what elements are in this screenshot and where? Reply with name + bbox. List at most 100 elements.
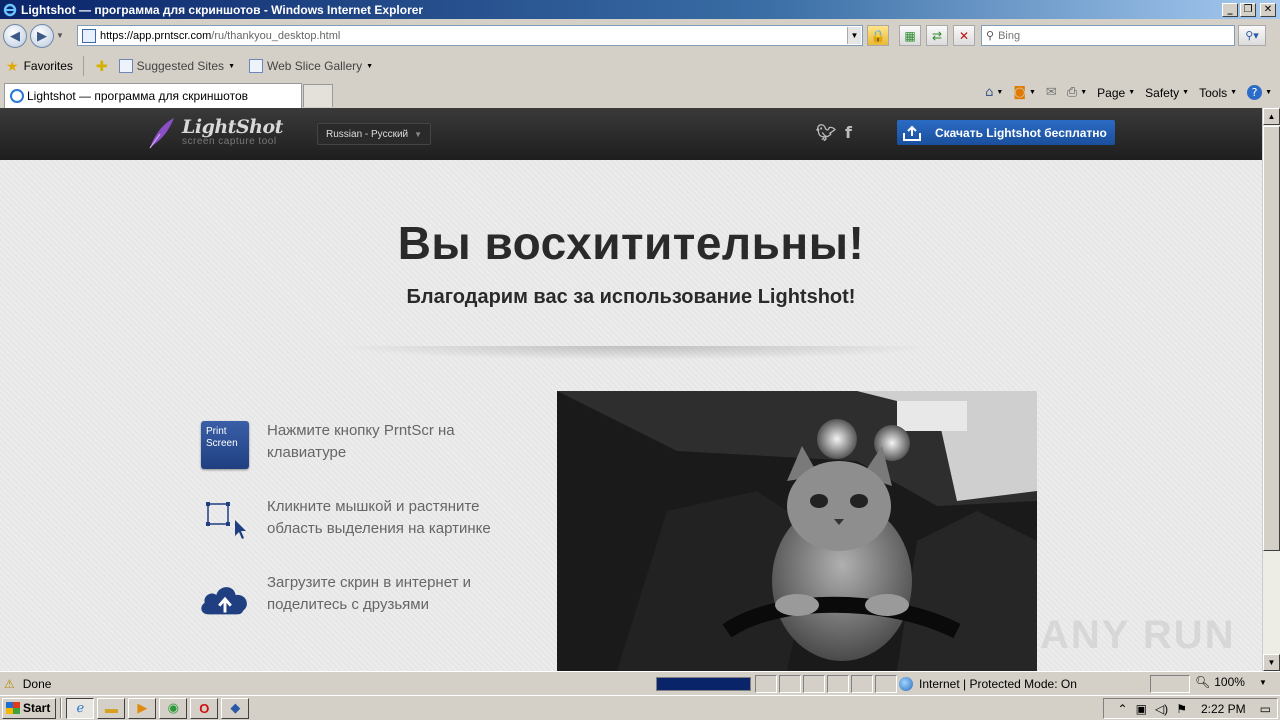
app-taskbar-button[interactable]: ◆ <box>221 697 250 719</box>
search-icon: ⚲ <box>986 30 995 42</box>
forward-button[interactable]: ▶ <box>30 23 54 48</box>
suggested-sites-link[interactable]: Suggested Sites ▼ <box>118 59 235 73</box>
progress-fill <box>657 678 750 690</box>
refresh-icon[interactable]: ⇄ <box>926 25 948 46</box>
anyrun-watermark: ANY RUN <box>1040 613 1236 657</box>
print-screen-key-icon: Print Screen <box>197 420 253 470</box>
help-menu[interactable]: ? ▼ <box>1247 85 1272 100</box>
web-slice-gallery-link[interactable]: Web Slice Gallery ▼ <box>249 59 373 73</box>
status-cell <box>803 675 825 693</box>
status-bar: ⚠ Done Internet | Protected Mode: On 🔍︎ … <box>0 671 1280 695</box>
safety-menu-label: Safety <box>1145 85 1180 100</box>
search-input[interactable] <box>998 29 1234 42</box>
close-window-button[interactable]: ✕ <box>1260 2 1276 17</box>
suggested-sites-icon <box>118 59 133 73</box>
download-button[interactable]: Скачать Lightshot бесплатно <box>897 120 1115 145</box>
taskbar-divider <box>60 698 63 718</box>
step-text: Кликните мышкой и растяните область выде… <box>267 498 491 537</box>
zone-text: Internet | Protected Mode: On <box>919 677 1077 691</box>
navigation-bar: ◀ ▶ ▼ https://app.prntscr.com/ru/thankyo… <box>0 19 1280 52</box>
protected-mode-icon[interactable] <box>1150 675 1190 693</box>
tab-lightshot[interactable]: Lightshot — программа для скриншотов <box>4 83 302 108</box>
back-button[interactable]: ◀ <box>3 23 27 48</box>
print-button[interactable]: ⎙ ▼ <box>1067 85 1087 100</box>
favorites-bar: ★ Favorites ✚ Suggested Sites ▼ Web Slic… <box>0 52 1280 80</box>
windows-flag-icon <box>6 702 20 714</box>
scroll-up-button[interactable]: ▲ <box>1263 108 1280 125</box>
favorites-divider <box>82 56 84 76</box>
lock-icon[interactable]: 🔒 <box>867 25 889 46</box>
window-title: Lightshot — программа для скриншотов - W… <box>21 2 424 17</box>
opera-taskbar-button[interactable]: O <box>190 697 219 719</box>
zoom-control[interactable]: 🔍︎ 100% ▼ <box>1195 675 1267 689</box>
opera-icon: O <box>199 700 210 716</box>
tab-label: Lightshot — программа для скриншотов <box>27 89 248 103</box>
search-go-button[interactable]: ⚲▾ <box>1238 25 1266 46</box>
safety-menu[interactable]: Safety ▼ <box>1145 86 1189 100</box>
minimize-button[interactable]: _ <box>1222 2 1238 17</box>
step-select-area: Кликните мышкой и растяните область выде… <box>197 496 517 546</box>
url-host: https://app.prntscr.com <box>100 29 212 42</box>
lightshot-logo[interactable]: LightShot screen capture tool <box>146 116 283 150</box>
home-icon: ⌂ <box>985 85 994 100</box>
mail-icon: ✉ <box>1045 85 1057 100</box>
step-upload: Загрузите скрин в интернет и поделитесь … <box>197 572 517 622</box>
add-favorites-icon[interactable]: ✚ <box>96 58 113 75</box>
volume-icon[interactable]: ◁) <box>1155 702 1168 716</box>
maximize-button[interactable]: ❐ <box>1240 2 1256 17</box>
compatibility-view-icon[interactable]: ▦ <box>899 25 921 46</box>
address-url[interactable]: https://app.prntscr.com/ru/thankyou_desk… <box>100 30 847 42</box>
stop-icon[interactable]: ✕ <box>953 25 975 46</box>
zoom-level: 100% <box>1214 675 1245 689</box>
search-box[interactable]: ⚲ <box>981 25 1235 46</box>
clock[interactable]: 2:22 PM <box>1201 702 1246 716</box>
show-desktop-icon[interactable]: ▭ <box>1260 702 1271 716</box>
windows-taskbar: Start ℯ ▬ ▶ ◉ O ◆ ⌃ ▣ ◁) ⚑ 2:22 PM ▭ <box>0 695 1280 720</box>
read-mail-button[interactable]: ✉ <box>1046 85 1057 100</box>
url-path: /ru/thankyou_desktop.html <box>211 29 341 42</box>
scroll-down-button[interactable]: ▼ <box>1263 654 1280 671</box>
ie-taskbar-button[interactable]: ℯ <box>66 697 95 719</box>
favorites-button[interactable]: ★ Favorites <box>6 58 73 75</box>
facebook-icon[interactable]: f <box>845 123 852 142</box>
site-header: LightShot screen capture tool Russian - … <box>0 108 1262 160</box>
status-cell <box>875 675 897 693</box>
tray-expand-icon[interactable]: ⌃ <box>1118 702 1128 716</box>
address-dropdown-button[interactable]: ▼ <box>847 27 861 44</box>
twitter-icon[interactable]: 🐦︎ <box>816 123 836 142</box>
key-label-line1: Print <box>206 426 227 437</box>
warning-icon: ⚠ <box>4 676 15 691</box>
language-selector[interactable]: Russian - Русский ▼ <box>317 123 432 145</box>
action-center-flag-icon[interactable]: ⚑ <box>1176 702 1187 716</box>
tools-menu[interactable]: Tools ▼ <box>1199 86 1237 100</box>
feeds-button[interactable]: ◙ ▼ <box>1013 85 1036 100</box>
recent-pages-dropdown[interactable]: ▼ <box>56 31 66 40</box>
chrome-taskbar-button[interactable]: ◉ <box>159 697 188 719</box>
address-bar[interactable]: https://app.prntscr.com/ru/thankyou_desk… <box>77 25 863 46</box>
step-print-screen: Print Screen Нажмите кнопку PrntScr на кл… <box>197 420 517 470</box>
ie-tab-icon <box>10 89 24 103</box>
security-zone[interactable]: Internet | Protected Mode: On <box>899 675 1077 693</box>
home-button[interactable]: ⌂ ▼ <box>985 85 1003 100</box>
web-slice-icon <box>249 59 263 73</box>
status-cell <box>851 675 873 693</box>
new-tab-button[interactable] <box>303 84 333 107</box>
network-icon[interactable]: ▣ <box>1136 702 1147 716</box>
window-titlebar: Lightshot — программа для скриншотов - W… <box>0 0 1280 19</box>
start-button[interactable]: Start <box>2 697 57 719</box>
media-player-taskbar-button[interactable]: ▶ <box>128 697 157 719</box>
scroll-thumb[interactable] <box>1263 126 1280 551</box>
status-text: Done <box>22 676 52 691</box>
suggested-sites-label: Suggested Sites <box>136 59 225 73</box>
status-cell <box>779 675 801 693</box>
chrome-icon: ◉ <box>167 700 180 715</box>
app-icon: ◆ <box>230 700 241 715</box>
star-icon: ★ <box>6 57 19 74</box>
start-label: Start <box>23 701 51 715</box>
page-icon <box>82 28 96 43</box>
page-menu[interactable]: Page ▼ <box>1097 86 1135 100</box>
explorer-taskbar-button[interactable]: ▬ <box>97 697 126 719</box>
language-label: Russian - Русский <box>326 128 409 140</box>
tab-bar: Lightshot — программа для скриншотов ⌂ ▼ … <box>0 80 1280 108</box>
vertical-scrollbar[interactable]: ▲ ▼ <box>1262 108 1280 671</box>
